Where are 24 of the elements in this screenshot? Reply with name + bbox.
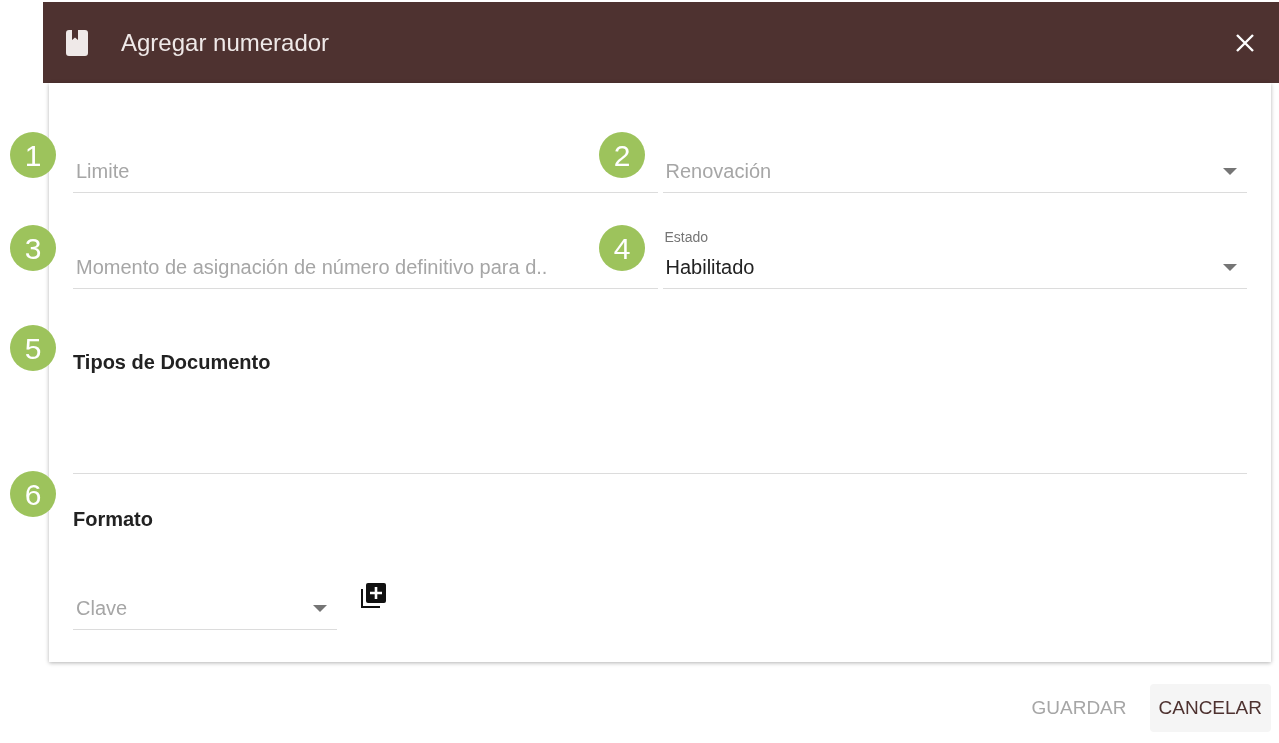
add-box-icon <box>359 582 387 610</box>
numbered-callout: 1 <box>10 132 56 178</box>
field-placeholder: Limite <box>76 159 130 184</box>
field-placeholder: Renovación <box>665 159 772 184</box>
add-button[interactable] <box>359 582 387 610</box>
dialog-title: Agregar numerador <box>121 27 330 58</box>
field-label: Estado <box>663 228 710 247</box>
dropdown-field[interactable]: Clave <box>73 560 337 630</box>
close-icon <box>1235 32 1255 53</box>
book-icon <box>66 29 88 56</box>
dropdown-field[interactable]: Estado Habilitado <box>662 219 1247 289</box>
numbered-callout: 3 <box>10 225 56 271</box>
dropdown-arrow-icon <box>1223 167 1237 175</box>
dropdown-arrow-icon <box>1223 263 1237 271</box>
section-title: Tipos de Documento <box>73 350 272 375</box>
dropdown-field[interactable]: Renovación <box>662 123 1247 193</box>
numbered-callout: 6 <box>10 471 56 517</box>
field-value: Habilitado <box>665 255 755 280</box>
section-title: Formato <box>73 507 154 532</box>
field-placeholder: Momento de asignación de número definitivo para d.. <box>76 255 548 280</box>
dropdown-arrow-icon <box>313 604 327 612</box>
dialog-button[interactable]: CANCELAR <box>1149 684 1271 732</box>
numbered-callout: 5 <box>10 325 56 371</box>
field-placeholder: Clave <box>76 596 128 621</box>
